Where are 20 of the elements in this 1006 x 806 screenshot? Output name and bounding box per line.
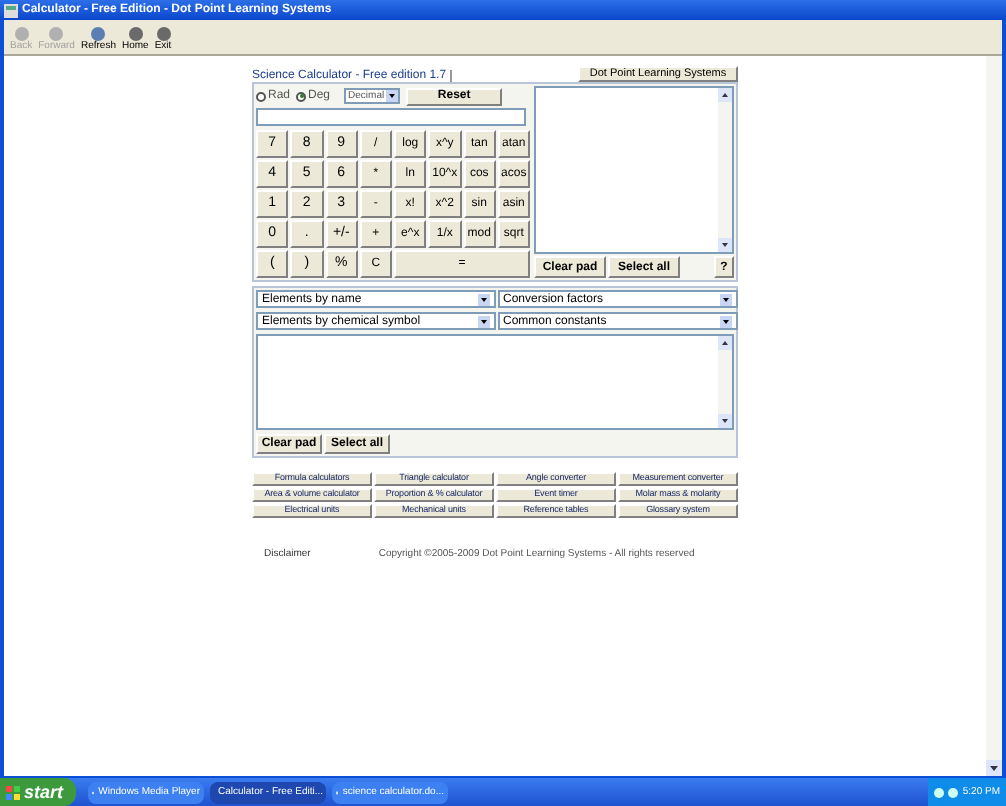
dropdown-arrow-icon <box>719 293 731 305</box>
start-button[interactable]: start <box>0 778 76 806</box>
windows-logo-icon <box>6 785 20 799</box>
scroll-up-icon[interactable] <box>718 88 732 102</box>
radio-button[interactable] <box>296 91 307 101</box>
calculator-icon <box>4 3 18 17</box>
scroll-down-icon[interactable] <box>718 414 732 428</box>
dropdown-arrow-icon <box>478 315 490 327</box>
dropdown-arrow-icon <box>719 315 731 327</box>
toolbar-icon <box>90 26 107 42</box>
toolbar-icon <box>48 26 65 42</box>
display-field[interactable] <box>256 108 526 126</box>
radio-button[interactable] <box>256 91 266 101</box>
scroll-up-icon[interactable] <box>718 336 732 350</box>
dropdown-arrow-icon <box>478 293 490 305</box>
scrollbar[interactable] <box>986 56 1002 776</box>
toolbar-icon <box>13 26 30 42</box>
scroll-down-icon[interactable] <box>986 760 1002 776</box>
dropdown-arrow-icon <box>386 90 399 102</box>
scroll-down-icon[interactable] <box>718 238 732 252</box>
